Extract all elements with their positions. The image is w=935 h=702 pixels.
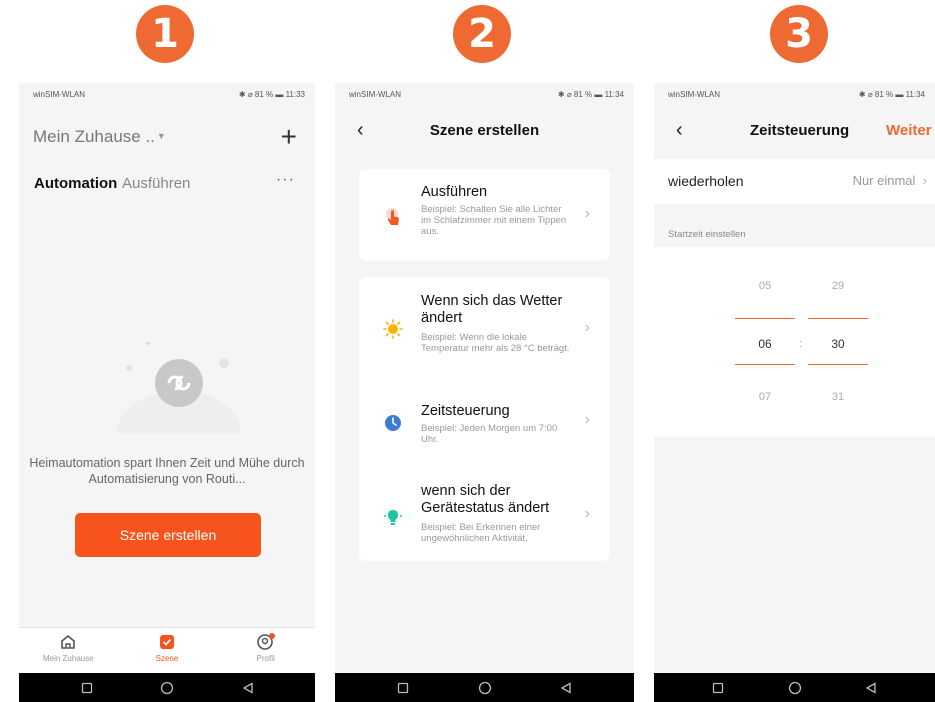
bottom-tab-profile[interactable]: Profil xyxy=(231,633,301,663)
bottom-tab-home[interactable]: Mein Zuhause xyxy=(33,633,103,663)
status-right: ✱ ⌀ 81 % ▬ 11:34 xyxy=(557,89,624,99)
repeat-label: wiederholen xyxy=(668,173,744,189)
page-title: Zeitsteuerung xyxy=(750,122,850,139)
chevron-right-icon: › xyxy=(584,411,590,428)
step-badge-3: 3 xyxy=(770,5,828,63)
time-picker[interactable]: 05 06 07 : 29 30 31 xyxy=(654,247,935,437)
status-right: ✱ ⌀ 81 % ▬ 11:34 xyxy=(858,89,925,99)
bottom-tab-scene[interactable]: Szene xyxy=(132,633,202,663)
carrier-label: winSIM-WLAN xyxy=(349,89,402,99)
svg-text:✦: ✦ xyxy=(144,339,152,350)
page-title: Szene erstellen xyxy=(429,122,540,139)
hour-option[interactable]: 05 xyxy=(735,280,795,292)
scene-option-weather[interactable]: Wenn sich das Wetter ändert Beispiel: We… xyxy=(359,277,610,373)
option-title: wenn sich der Gerätestatus ändert xyxy=(421,483,550,516)
recents-icon[interactable] xyxy=(390,678,416,698)
picker-divider xyxy=(735,364,795,365)
step-badge-2: 2 xyxy=(453,5,511,63)
picker-divider xyxy=(808,364,868,365)
status-bar: winSIM-WLAN ✱ ⌀ 81 % ▬ 11:34 xyxy=(654,83,935,105)
system-nav-bar xyxy=(654,673,935,702)
minute-selected[interactable]: 30 xyxy=(808,337,868,351)
next-button[interactable]: Weiter xyxy=(886,122,932,139)
scene-option-device-status[interactable]: wenn sich der Gerätestatus ändert Beispi… xyxy=(359,481,610,555)
status-bar: winSIM-WLAN ✱ ⌀ 81 % ▬ 11:33 xyxy=(19,83,315,105)
tab-automation[interactable]: Automation xyxy=(34,175,117,192)
step-badge-1: 1 xyxy=(136,5,194,63)
repeat-value: Nur einmal › xyxy=(852,173,927,188)
recents-icon[interactable] xyxy=(74,678,100,698)
profile-icon xyxy=(256,633,275,650)
option-description: Beispiel: Jeden Morgen um 7:00 Uhr. xyxy=(421,423,558,445)
empty-state-text: Heimautomation spart Ihnen Zeit und Mühe… xyxy=(29,456,305,486)
picker-divider xyxy=(735,318,795,319)
clock-icon xyxy=(385,415,401,431)
scene-check-icon xyxy=(159,635,174,649)
system-nav-bar xyxy=(19,673,315,702)
back-triangle-icon[interactable] xyxy=(553,678,579,698)
bottom-tab-bar: Mein Zuhause Szene Profil xyxy=(19,627,315,673)
caret-down-icon: ▼ xyxy=(156,131,166,141)
chevron-right-icon: › xyxy=(919,173,927,188)
minute-option[interactable]: 31 xyxy=(808,391,868,403)
bottom-tab-label: Profil xyxy=(256,654,275,663)
home-circle-icon[interactable] xyxy=(782,678,808,698)
start-time-label: Startzeit einstellen xyxy=(668,229,746,240)
scene-option-schedule[interactable]: Zeitsteuerung Beispiel: Jeden Morgen um … xyxy=(359,397,610,457)
add-icon[interactable]: + xyxy=(281,123,297,151)
more-horizontal-icon[interactable]: ··· xyxy=(276,171,295,189)
status-right: ✱ ⌀ 81 % ▬ 11:33 xyxy=(238,89,305,99)
bottom-tab-label: Szene xyxy=(155,654,179,663)
phone-screen-schedule: winSIM-WLAN ✱ ⌀ 81 % ▬ 11:34 ‹ Zeitsteue… xyxy=(654,83,935,702)
hour-selected[interactable]: 06 xyxy=(735,337,795,351)
option-title: Zeitsteuerung xyxy=(421,403,510,419)
picker-divider xyxy=(808,318,868,319)
chevron-right-icon: › xyxy=(584,205,590,222)
tab-run[interactable]: Ausführen xyxy=(122,175,190,192)
minute-option[interactable]: 29 xyxy=(808,280,868,292)
sun-icon xyxy=(383,319,403,339)
system-nav-bar xyxy=(335,673,634,702)
back-triangle-icon[interactable] xyxy=(858,678,884,698)
option-description: Beispiel: Wenn die lokale Temperatur meh… xyxy=(421,332,570,354)
device-bulb-icon xyxy=(384,510,402,525)
chevron-right-icon: › xyxy=(584,505,590,522)
back-chevron-icon[interactable]: ‹ xyxy=(676,119,683,142)
hour-option[interactable]: 07 xyxy=(735,391,795,403)
scene-condition-card: Wenn sich das Wetter ändert Beispiel: We… xyxy=(359,277,610,561)
create-scene-button[interactable]: Szene erstellen xyxy=(75,513,261,557)
scene-option-run[interactable]: Ausführen Beispiel: Schalten Sie alle Li… xyxy=(359,169,610,261)
recents-icon[interactable] xyxy=(705,678,731,698)
automation-empty-illustration: ✦ xyxy=(117,339,241,433)
home-circle-icon[interactable] xyxy=(472,678,498,698)
option-title: Wenn sich das Wetter ändert xyxy=(421,293,563,326)
option-description: Beispiel: Schalten Sie alle Lichter im S… xyxy=(421,204,567,237)
carrier-label: winSIM-WLAN xyxy=(668,89,721,99)
chevron-right-icon: › xyxy=(584,319,590,336)
home-icon xyxy=(61,635,76,649)
repeat-setting-row[interactable]: wiederholen Nur einmal › xyxy=(654,159,935,204)
option-description: Beispiel: Bei Erkennen einer ungewöhnlic… xyxy=(421,522,541,544)
status-bar: winSIM-WLAN ✱ ⌀ 81 % ▬ 11:34 xyxy=(335,83,634,105)
option-title: Ausführen xyxy=(421,184,488,200)
bottom-tab-label: Mein Zuhause xyxy=(42,654,94,663)
tap-hand-icon xyxy=(386,208,399,225)
carrier-label: winSIM-WLAN xyxy=(33,89,86,99)
scene-option-card: Ausführen Beispiel: Schalten Sie alle Li… xyxy=(359,169,610,261)
home-selector[interactable]: Mein Zuhause .. ▼ xyxy=(33,127,166,147)
phone-screen-create-scene: winSIM-WLAN ✱ ⌀ 81 % ▬ 11:34 ‹ Szene ers… xyxy=(335,83,634,702)
back-triangle-icon[interactable] xyxy=(235,678,261,698)
phone-screen-automation: winSIM-WLAN ✱ ⌀ 81 % ▬ 11:33 Mein Zuhaus… xyxy=(19,83,315,702)
time-separator: : xyxy=(799,338,803,350)
home-circle-icon[interactable] xyxy=(154,678,180,698)
